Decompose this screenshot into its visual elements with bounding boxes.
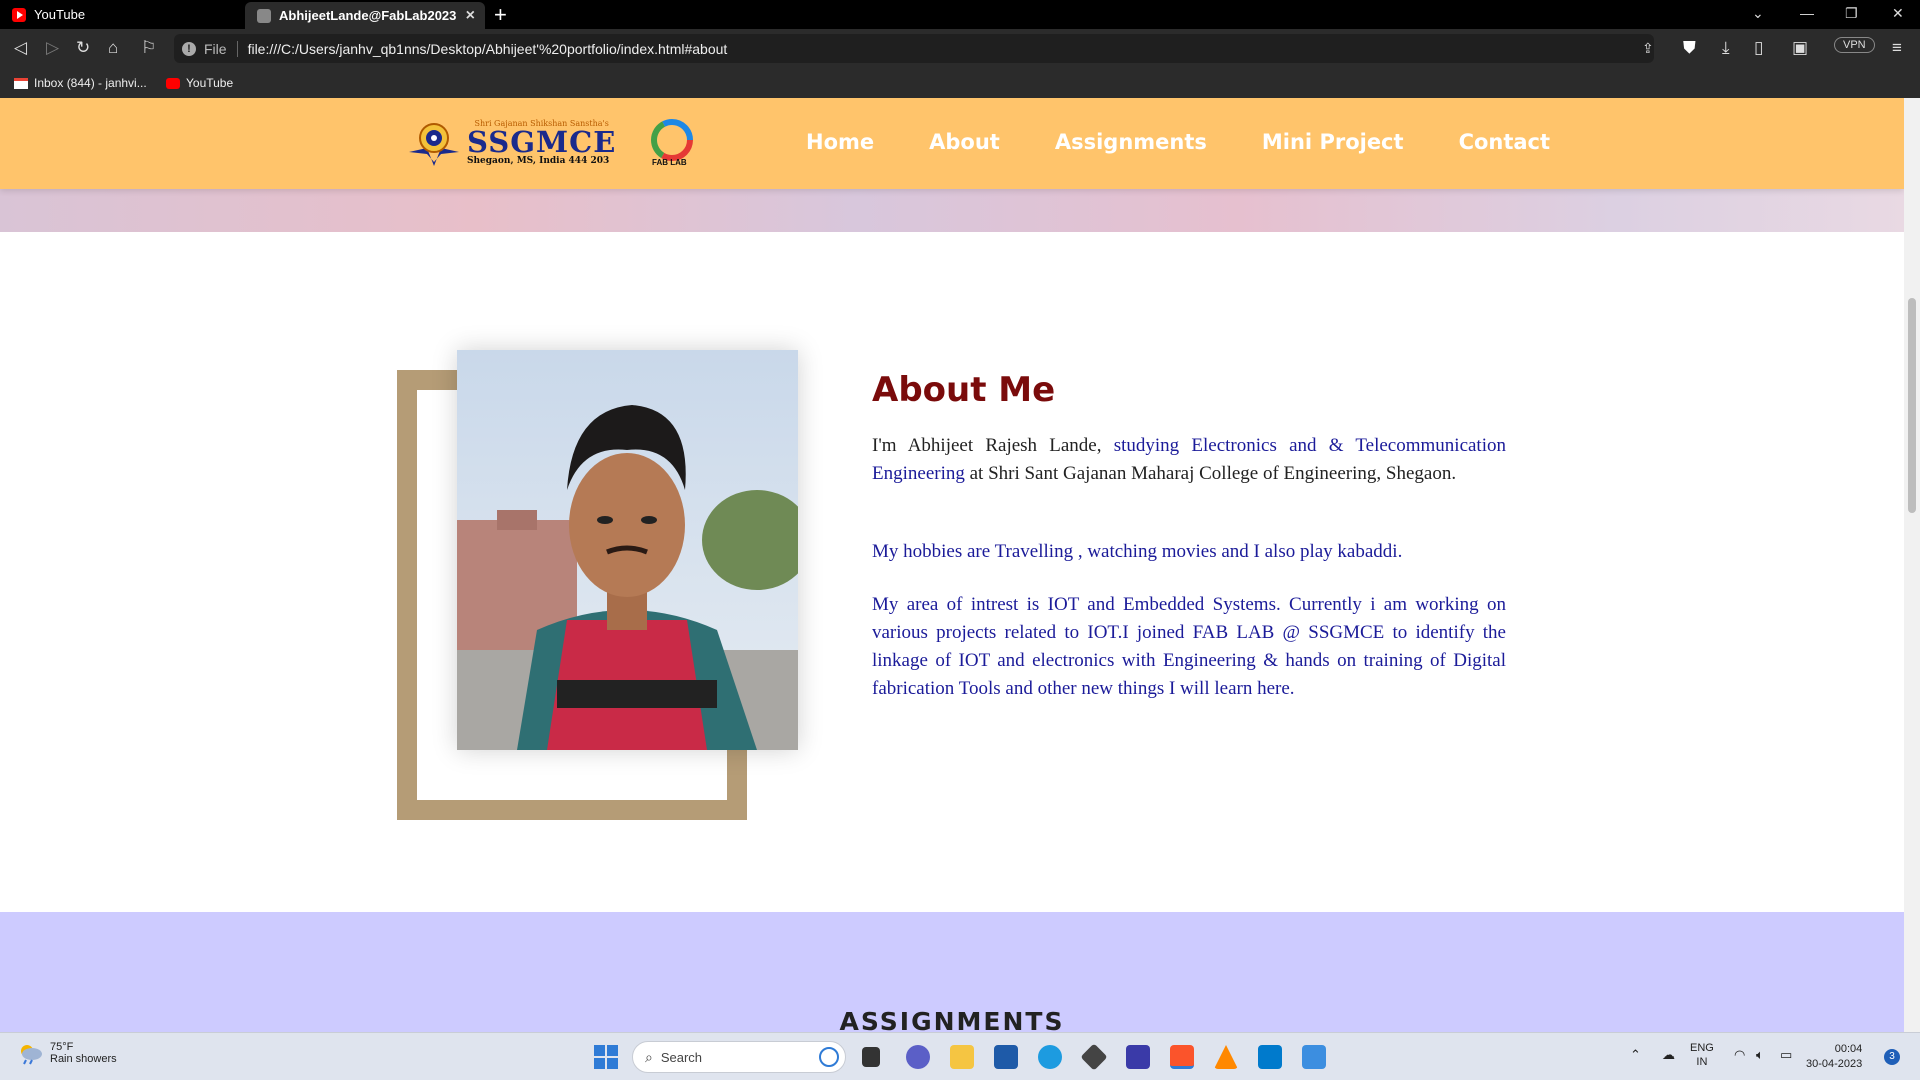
bookmark-youtube[interactable]: YouTube xyxy=(166,76,233,90)
assignments-title: ASSIGNMENTS xyxy=(839,1007,1065,1032)
tab-label: AbhijeetLande@FabLab2023 xyxy=(279,8,457,23)
vpn-button[interactable]: VPN xyxy=(1834,37,1875,53)
rain-cloud-icon xyxy=(21,1045,42,1065)
intro-name-text: I'm Abhijeet Rajesh Lande, xyxy=(872,435,1102,456)
nav-mini-project[interactable]: Mini Project xyxy=(1262,130,1404,154)
page-viewport: Shri Gajanan Shikshan Sanstha's SSGMCE S… xyxy=(0,98,1904,1032)
about-paragraph-interests: My area of intrest is IOT and Embedded S… xyxy=(872,594,1506,699)
bookmark-label: Inbox (844) - janhvi... xyxy=(34,76,147,90)
main-nav: Home About Assignments Mini Project Cont… xyxy=(806,130,1605,154)
youtube-icon xyxy=(166,77,180,89)
bookmark-icon[interactable]: ⚐ xyxy=(141,38,156,58)
language-indicator[interactable]: ENG IN xyxy=(1690,1041,1714,1069)
home-icon[interactable]: ⌂ xyxy=(108,38,118,58)
clock-date: 30-04-2023 xyxy=(1806,1058,1863,1070)
college-emblem-icon xyxy=(409,123,459,166)
profile-photo xyxy=(457,350,798,750)
logo-address: Shegaon, MS, India 444 203 xyxy=(467,156,610,166)
youtube-icon xyxy=(12,7,26,22)
browser-tab-bar: YouTube AbhijeetLande@FabLab2023 × + ⌄ —… xyxy=(0,0,1920,29)
menu-icon[interactable]: ≡ xyxy=(1892,38,1902,58)
about-title: About Me xyxy=(872,370,1056,410)
edge-icon[interactable] xyxy=(1038,1045,1062,1069)
tab-list-chevron-icon[interactable]: ⌄ xyxy=(1752,5,1764,22)
info-icon[interactable]: ! xyxy=(182,41,196,56)
start-button[interactable] xyxy=(594,1045,618,1069)
teams-chat-icon[interactable] xyxy=(906,1045,930,1069)
volume-icon[interactable]: 🔈︎ xyxy=(1756,1047,1764,1063)
onedrive-cloud-icon[interactable]: ☁ xyxy=(1662,1047,1675,1063)
share-icon[interactable]: ⇪ xyxy=(1642,38,1654,58)
intro-college-text: at Shri Sant Gajanan Maharaj College of … xyxy=(964,463,1457,484)
taskbar: 75°F Rain showers ⌕ Search ⌃ ☁ ENG IN ◠ 🔈… xyxy=(0,1032,1920,1080)
nav-home[interactable]: Home xyxy=(806,130,874,154)
sidebar-icon[interactable]: ▯ xyxy=(1754,38,1763,58)
microsoft-store-icon[interactable] xyxy=(994,1045,1018,1069)
brave-browser-icon[interactable] xyxy=(1170,1045,1194,1069)
vlc-icon[interactable] xyxy=(1214,1045,1238,1069)
nav-contact[interactable]: Contact xyxy=(1459,130,1551,154)
wallet-icon[interactable]: ▣ xyxy=(1792,38,1808,58)
new-tab-icon[interactable]: + xyxy=(494,2,507,28)
search-icon: ⌕ xyxy=(645,1048,653,1065)
bookmark-label: YouTube xyxy=(186,76,234,90)
about-section: About Me I'm Abhijeet Rajesh Lande, stud… xyxy=(0,232,1904,912)
maths-app-icon[interactable] xyxy=(1126,1045,1150,1069)
tab-portfolio[interactable]: AbhijeetLande@FabLab2023 × xyxy=(245,2,485,29)
bookmark-gmail[interactable]: Inbox (844) - janhvi... xyxy=(14,76,147,90)
file-explorer-icon[interactable] xyxy=(950,1045,974,1069)
notification-badge[interactable]: 3 xyxy=(1884,1049,1900,1065)
bing-icon[interactable] xyxy=(819,1047,839,1067)
close-window-icon[interactable]: ✕ xyxy=(1892,5,1904,22)
scrollbar-thumb[interactable] xyxy=(1908,298,1916,513)
brave-shield-icon[interactable]: ⛊ xyxy=(1683,38,1696,58)
bookmarks-bar: Inbox (844) - janhvi... YouTube xyxy=(0,68,1920,98)
wifi-icon[interactable]: ◠ xyxy=(1734,1047,1745,1063)
logo-name: SSGMCE xyxy=(467,125,617,159)
restore-icon[interactable]: ❐ xyxy=(1845,5,1858,22)
globe-icon xyxy=(257,8,271,23)
3d-app-icon[interactable] xyxy=(1080,1043,1108,1071)
about-paragraph-intro: I'm Abhijeet Rajesh Lande, studying Elec… xyxy=(872,432,1506,488)
clock-time: 00:04 xyxy=(1834,1043,1863,1055)
close-tab-icon[interactable]: × xyxy=(466,7,475,25)
tab-label: YouTube xyxy=(34,7,86,22)
nav-about[interactable]: About xyxy=(929,130,1000,154)
reload-icon[interactable]: ↻ xyxy=(76,38,90,58)
task-view-icon[interactable] xyxy=(862,1047,880,1067)
forward-icon[interactable]: ▷ xyxy=(46,38,59,58)
weather-desc: Rain showers xyxy=(50,1053,117,1065)
tab-youtube[interactable]: YouTube xyxy=(0,0,240,29)
page-scrollbar[interactable] xyxy=(1904,98,1920,1032)
minimize-icon[interactable]: — xyxy=(1800,5,1814,21)
weather-widget[interactable]: 75°F Rain showers xyxy=(16,1041,117,1065)
fablab-label: FAB LAB xyxy=(652,158,687,167)
weather-temp: 75°F xyxy=(50,1041,74,1053)
url-scheme-label: File xyxy=(204,40,238,57)
assignments-section: ASSIGNMENTS xyxy=(0,912,1904,1032)
site-header: Shri Gajanan Shikshan Sanstha's SSGMCE S… xyxy=(0,98,1904,189)
about-paragraph-hobbies: My hobbies are Travelling , watching mov… xyxy=(872,541,1403,562)
url-text[interactable]: file:///C:/Users/janhv_qb1nns/Desktop/Ab… xyxy=(248,41,728,57)
taskbar-search[interactable]: ⌕ Search xyxy=(632,1041,846,1073)
address-bar[interactable]: ! File file:///C:/Users/janhv_qb1nns/Des… xyxy=(174,34,1654,63)
search-placeholder: Search xyxy=(660,1049,703,1065)
back-icon[interactable]: ◁ xyxy=(14,38,27,58)
nav-assignments[interactable]: Assignments xyxy=(1055,130,1207,154)
gmail-icon xyxy=(14,77,28,89)
paint-app-icon[interactable] xyxy=(1302,1045,1326,1069)
browser-toolbar: ◁ ▷ ↻ ⌂ ⚐ ! File file:///C:/Users/janhv_… xyxy=(0,29,1920,68)
profile-photo-image xyxy=(457,350,798,750)
show-hidden-icons-chevron-icon[interactable]: ⌃ xyxy=(1630,1047,1641,1063)
download-icon[interactable]: ⤓ xyxy=(1722,38,1730,58)
clock[interactable]: 00:04 30-04-2023 xyxy=(1806,1042,1862,1072)
battery-icon[interactable]: ▭ xyxy=(1780,1047,1792,1063)
vscode-icon[interactable] xyxy=(1258,1045,1282,1069)
